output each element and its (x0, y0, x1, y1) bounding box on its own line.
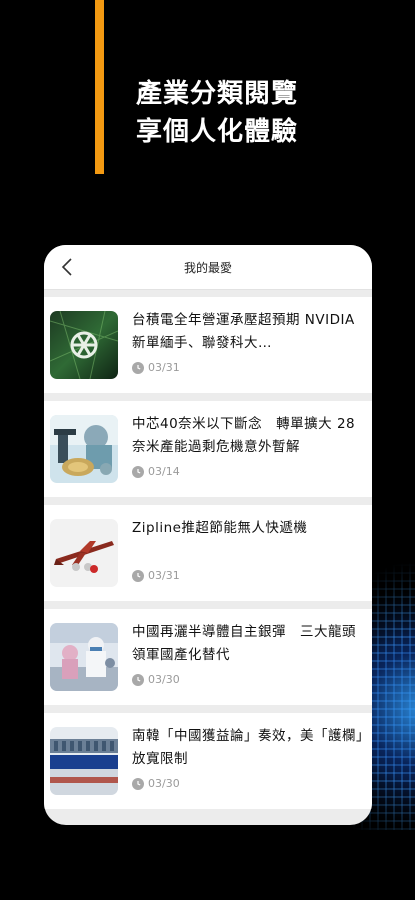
article-date: 03/14 (148, 465, 180, 478)
favorites-header: 我的最愛 (44, 245, 372, 290)
chevron-left-icon[interactable] (56, 255, 80, 279)
article-meta: 03/30 (132, 777, 180, 790)
promo-headline: 產業分類閱覽 享個人化體驗 (136, 75, 298, 151)
favorites-list: 台積電全年營運承壓超預期 NVIDIA新單緬手、聯發科大… 03/31 中芯40… (44, 290, 372, 809)
list-item[interactable]: 中國再灑半導體自主銀彈 三大龍頭領軍國產化替代 03/30 (44, 609, 372, 705)
chip-logo-thumbnail (50, 311, 118, 379)
list-item[interactable]: 中芯40奈米以下斷念 轉單擴大 28奈米產能過剩危機意外暫解 03/14 (44, 401, 372, 497)
list-item[interactable]: Zipline推超節能無人快遞機 03/31 (44, 505, 372, 601)
phone-screen: 我的最愛 台積電全年營運承壓超預期 NVIDIA新單緬手、聯發科大… 03/31… (44, 245, 372, 825)
clock-icon (132, 465, 144, 478)
clock-icon (132, 361, 144, 374)
clock-icon (132, 777, 144, 790)
article-title: 中國再灑半導體自主銀彈 三大龍頭領軍國產化替代 (132, 624, 356, 663)
article-date: 03/30 (148, 777, 180, 790)
promo-line-2: 享個人化體驗 (136, 117, 299, 147)
cleanroom-workers-thumbnail (50, 623, 118, 691)
list-item[interactable]: 南韓「中國獲益論」奏效，美「護欄」放寬限制 03/30 (44, 713, 372, 809)
article-title: Zipline推超節能無人快遞機 (132, 520, 308, 536)
clock-icon (132, 673, 144, 686)
list-item[interactable]: 台積電全年營運承壓超預期 NVIDIA新單緬手、聯發科大… 03/31 (44, 297, 372, 393)
article-date: 03/31 (148, 361, 180, 374)
article-title: 台積電全年營運承壓超預期 NVIDIA新單緬手、聯發科大… (132, 312, 355, 351)
page-title: 我的最愛 (183, 260, 232, 275)
samsung-building-thumbnail (50, 727, 118, 795)
article-date: 03/30 (148, 673, 180, 686)
promo-line-1: 產業分類閱覽 (136, 79, 299, 109)
article-title: 中芯40奈米以下斷念 轉單擴大 28奈米產能過剩危機意外暫解 (132, 416, 356, 455)
clock-icon (132, 569, 144, 582)
lab-microscope-thumbnail (50, 415, 118, 483)
article-meta: 03/31 (132, 569, 180, 582)
accent-bar (95, 0, 104, 174)
article-meta: 03/14 (132, 465, 180, 478)
article-meta: 03/30 (132, 673, 180, 686)
article-title: 南韓「中國獲益論」奏效，美「護欄」放寬限制 (132, 728, 364, 767)
article-date: 03/31 (148, 569, 180, 582)
article-meta: 03/31 (132, 361, 180, 374)
drone-thumbnail (50, 519, 118, 587)
